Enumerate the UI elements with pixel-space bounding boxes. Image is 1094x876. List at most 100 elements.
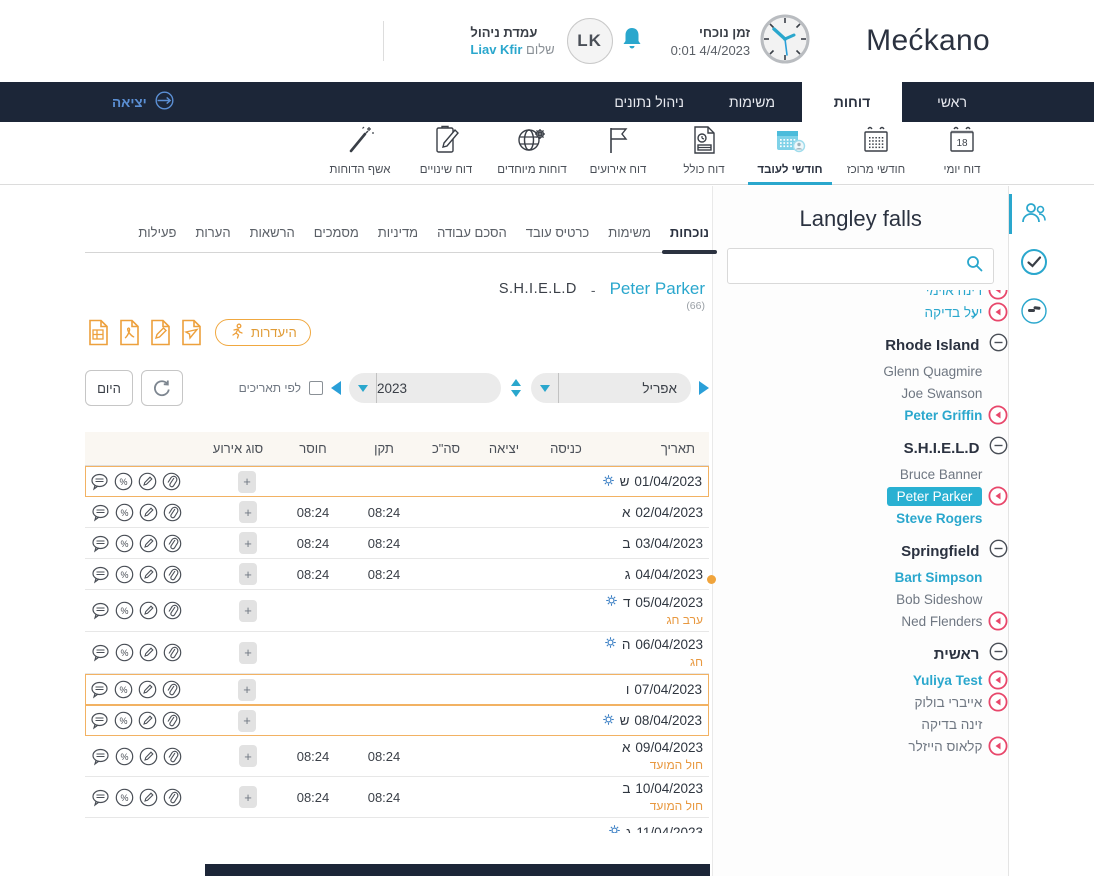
table-row[interactable]: 05/04/2023דערב חג+% [85, 590, 709, 632]
add-event-button[interactable]: + [239, 532, 257, 554]
report-item-4[interactable]: דוח אירועים [582, 122, 654, 184]
nav-item-2[interactable]: משימות [702, 82, 802, 122]
percent-icon[interactable]: % [115, 503, 134, 522]
table-row[interactable]: 03/04/2023ב08:2408:24+% [85, 528, 709, 559]
report-item-6[interactable]: דוח שינויים [410, 122, 482, 184]
tab-4[interactable]: מדיניות [378, 225, 418, 240]
attachment-icon[interactable] [163, 601, 182, 620]
add-event-button[interactable]: + [239, 786, 257, 808]
nav-item-3[interactable]: ניהול נתונים [596, 82, 702, 122]
edit-export-icon[interactable] [147, 318, 171, 346]
tree-person-0[interactable]: דינה אוימי [748, 290, 1008, 301]
percent-icon[interactable]: % [115, 747, 134, 766]
add-event-button[interactable]: + [238, 679, 256, 701]
tree-person-3[interactable]: Glenn Quagmire [748, 360, 1008, 382]
table-row[interactable]: 04/04/2023ג08:2408:24+% [85, 559, 709, 590]
report-item-2[interactable]: חודשי לעובד [754, 122, 826, 184]
tab-7[interactable]: הערות [195, 225, 230, 240]
percent-icon[interactable]: % [115, 788, 134, 807]
table-row[interactable]: 07/04/2023ו+% [85, 674, 709, 705]
report-item-7[interactable]: אשף הדוחות [324, 122, 396, 184]
next-month-arrow[interactable] [699, 381, 709, 395]
tab-3[interactable]: הסכם עבודה [437, 225, 507, 240]
comment-icon[interactable] [91, 503, 110, 522]
add-event-button[interactable]: + [239, 642, 257, 664]
table-row[interactable]: 10/04/2023בחול המועד08:2408:24+% [85, 777, 709, 818]
edit-icon[interactable] [138, 711, 157, 730]
employee-marker-icon[interactable] [988, 405, 1008, 425]
spinner-up-icon[interactable] [511, 379, 521, 386]
collapse-minus-icon[interactable] [989, 539, 1008, 563]
percent-icon[interactable]: % [115, 534, 134, 553]
excel-export-icon[interactable] [85, 318, 109, 346]
edit-icon[interactable] [139, 503, 158, 522]
add-event-button[interactable]: + [239, 563, 257, 585]
today-button[interactable]: היום [85, 370, 133, 406]
comment-icon[interactable] [91, 534, 110, 553]
tab-1[interactable]: משימות [608, 225, 651, 240]
attachment-icon[interactable] [162, 680, 181, 699]
comment-icon[interactable] [91, 747, 110, 766]
tree-person-12[interactable]: Bob Sideshow [748, 588, 1008, 610]
tree-group-10[interactable]: Springfield [748, 536, 1008, 566]
report-item-3[interactable]: דוח כולל [668, 122, 740, 184]
attachment-icon[interactable] [163, 503, 182, 522]
add-event-button[interactable]: + [238, 710, 256, 732]
attachment-icon[interactable] [163, 565, 182, 584]
prev-month-arrow[interactable] [331, 381, 341, 395]
edit-icon[interactable] [139, 747, 158, 766]
percent-icon[interactable]: % [114, 711, 133, 730]
collapse-sidebar-chevron[interactable]: ‹ [971, 304, 977, 325]
report-item-5[interactable]: דוחות מיוחדים [496, 122, 568, 184]
collapse-minus-icon[interactable] [989, 333, 1008, 357]
user-name[interactable]: Liav Kfir [470, 42, 522, 57]
attachment-icon[interactable] [163, 643, 182, 662]
tree-person-9[interactable]: Steve Rogers [748, 507, 1008, 529]
approvals-check-icon[interactable] [1019, 247, 1049, 277]
attachment-icon[interactable] [163, 747, 182, 766]
tree-group-6[interactable]: S.H.I.E.L.D [748, 433, 1008, 463]
table-row[interactable]: 11/04/2023ג [85, 818, 709, 833]
collapse-minus-icon[interactable] [989, 642, 1008, 666]
month-select[interactable]: אפריל [531, 373, 691, 403]
absence-button[interactable]: היעדרות [215, 319, 311, 346]
report-item-0[interactable]: 18דוח יומי [926, 122, 998, 184]
report-item-1[interactable]: חודשי מרוכז [840, 122, 912, 184]
tree-person-18[interactable]: קלאוס הייזלר [748, 735, 1008, 757]
add-event-button[interactable]: + [239, 501, 257, 523]
edit-icon[interactable] [139, 565, 158, 584]
send-export-icon[interactable] [178, 318, 202, 346]
comment-icon[interactable] [90, 472, 109, 491]
tab-5[interactable]: מסמכים [314, 225, 359, 240]
table-row[interactable]: 06/04/2023החג+% [85, 632, 709, 674]
tree-person-11[interactable]: Bart Simpson [748, 566, 1008, 588]
attachment-icon[interactable] [163, 788, 182, 807]
table-row[interactable]: 01/04/2023ש+% [85, 466, 709, 497]
employee-marker-icon[interactable] [988, 611, 1008, 631]
tab-0[interactable]: נוכחות [670, 225, 709, 240]
refresh-button[interactable] [141, 370, 183, 406]
comment-icon[interactable] [90, 711, 109, 730]
attachment-icon[interactable] [162, 472, 181, 491]
tree-person-1[interactable]: יעל בדיקה [748, 301, 1008, 323]
employee-name-link[interactable]: Peter Parker [610, 279, 705, 299]
percent-icon[interactable]: % [115, 643, 134, 662]
employee-marker-icon[interactable] [988, 670, 1008, 690]
attachment-icon[interactable] [163, 534, 182, 553]
tab-8[interactable]: פעילות [138, 225, 176, 240]
tree-person-13[interactable]: Ned Flenders [748, 610, 1008, 632]
shifts-card-icon[interactable] [1019, 296, 1049, 326]
percent-icon[interactable]: % [115, 601, 134, 620]
by-dates-checkbox[interactable] [309, 381, 323, 395]
tab-6[interactable]: הרשאות [250, 225, 295, 240]
add-event-button[interactable]: + [238, 471, 256, 493]
edit-icon[interactable] [139, 534, 158, 553]
add-event-button[interactable]: + [239, 745, 257, 767]
comment-icon[interactable] [90, 680, 109, 699]
employee-marker-icon[interactable] [988, 486, 1008, 506]
edit-icon[interactable] [139, 643, 158, 662]
employees-people-icon[interactable] [1019, 198, 1049, 228]
tree-person-8[interactable]: Peter Parker [748, 485, 1008, 507]
comment-icon[interactable] [91, 601, 110, 620]
table-row[interactable]: 02/04/2023א08:2408:24+% [85, 497, 709, 528]
